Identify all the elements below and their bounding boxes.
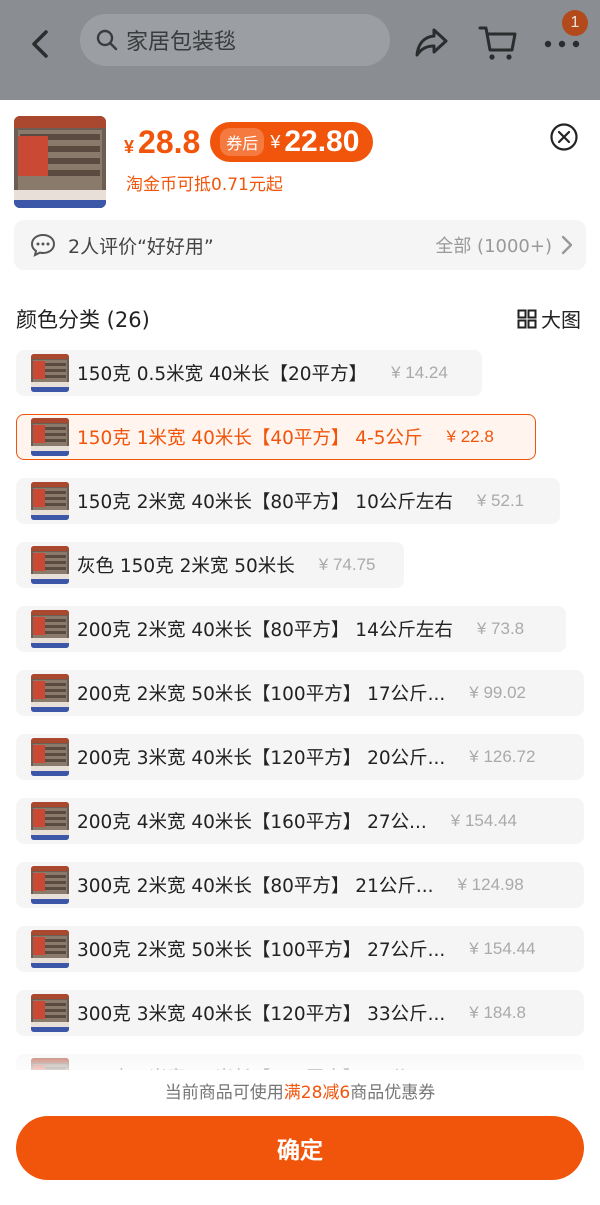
sku-option-thumbnail: [31, 674, 69, 712]
page-header: 家居包装毯 1: [0, 0, 600, 100]
sku-option-thumbnail: [31, 354, 69, 392]
sku-option-thumbnail: [31, 802, 69, 840]
sku-option-thumbnail: [31, 930, 69, 968]
price-row: ¥28.8 券后 ¥ 22.80: [124, 120, 374, 164]
big-image-toggle[interactable]: 大图: [517, 304, 581, 333]
back-arrow-icon[interactable]: [24, 24, 60, 64]
sku-option-name: 200克 2米宽 50米长【100平方】 17公斤...: [77, 684, 446, 705]
sku-option[interactable]: 灰色 150克 2米宽 50米长 ¥ 74.75: [16, 542, 404, 588]
sku-option-list: 150克 0.5米宽 40米长【20平方】 ¥ 14.24 150克 1米宽 40米…: [0, 346, 600, 1070]
sku-option-price: ¥ 184.8: [469, 1003, 526, 1022]
search-icon: [96, 29, 118, 51]
list-fade: [0, 1040, 600, 1080]
sku-option[interactable]: 150克 0.5米宽 40米长【20平方】 ¥ 14.24: [16, 350, 482, 396]
sku-option[interactable]: 300克 3米宽 40米长【120平方】 33公斤... ¥ 184.8: [16, 990, 584, 1036]
sku-option-name: 300克 2米宽 50米长【100平方】 27公斤...: [77, 940, 446, 961]
confirm-button[interactable]: 确定: [16, 1116, 584, 1180]
sku-option-thumbnail: [31, 546, 69, 584]
sku-option-price: ¥ 14.24: [391, 363, 448, 382]
sku-option[interactable]: 200克 2米宽 50米长【100平方】 17公斤... ¥ 99.02: [16, 670, 584, 716]
sku-option-price: ¥ 73.8: [476, 619, 525, 638]
sku-option-thumbnail: [31, 418, 69, 456]
coin-discount-note: 淘金币可抵0.71元起: [126, 175, 283, 195]
sku-option-thumbnail: [31, 482, 69, 520]
sku-option-price: ¥ 154.44: [450, 811, 517, 830]
sku-option-price: ¥ 154.44: [469, 939, 536, 958]
notification-badge: 1: [562, 10, 588, 36]
sku-option-name: 300克 3米宽 40米长【120平方】 33公斤...: [77, 1004, 446, 1025]
sku-option[interactable]: 200克 2米宽 40米长【80平方】 14公斤左右 ¥ 73.8: [16, 606, 566, 652]
share-icon[interactable]: [412, 22, 452, 62]
search-query: 家居包装毯: [126, 30, 237, 55]
sku-option[interactable]: 300克 2米宽 40米长【80平方】 21公斤... ¥ 124.98: [16, 862, 584, 908]
sku-option-name: 灰色 150克 2米宽 50米长: [77, 556, 295, 577]
sku-option-thumbnail: [31, 610, 69, 648]
sku-option-name: 150克 1米宽 40米长【40平方】 4-5公斤: [77, 428, 423, 449]
chevron-right-icon: [561, 235, 573, 255]
review-text: 2人评价“好好用”: [68, 235, 214, 258]
sku-option-thumbnail: [31, 866, 69, 904]
grid-view-icon: [517, 309, 537, 328]
sku-option-price: ¥ 126.72: [469, 747, 536, 766]
review-summary-bar[interactable]: 2人评价“好好用” 全部 (1000+): [14, 220, 586, 270]
current-price: ¥28.8: [124, 123, 201, 160]
comment-icon: [30, 233, 56, 257]
sku-option-thumbnail: [31, 738, 69, 776]
sku-option-name: 200克 2米宽 40米长【80平方】 14公斤左右: [77, 620, 453, 641]
sku-option-price: ¥ 124.98: [457, 875, 524, 894]
sku-selector-sheet: ¥28.8 券后 ¥ 22.80 淘金币可抵0.71元起 2人评价“好好用” 全…: [0, 100, 600, 1205]
close-icon[interactable]: [549, 122, 579, 152]
product-thumbnail[interactable]: [14, 116, 106, 208]
sku-option-name: 150克 0.5米宽 40米长【20平方】: [77, 364, 368, 385]
sku-option[interactable]: 150克 2米宽 40米长【80平方】 10公斤左右 ¥ 52.1: [16, 478, 560, 524]
coupon-price-pill: 券后 ¥ 22.80: [210, 122, 374, 162]
sku-option-price: ¥ 52.1: [476, 491, 525, 510]
all-reviews-link[interactable]: 全部 (1000+): [435, 232, 552, 258]
color-category-title: 颜色分类 (26): [16, 308, 150, 332]
sku-option-price: ¥ 99.02: [469, 683, 526, 702]
sku-option[interactable]: 200克 4米宽 40米长【160平方】 27公... ¥ 154.44: [16, 798, 584, 844]
sku-option-name: 200克 3米宽 40米长【120平方】 20公斤...: [77, 748, 446, 769]
sku-option-name: 150克 2米宽 40米长【80平方】 10公斤左右: [77, 492, 453, 513]
search-bar[interactable]: 家居包装毯: [80, 14, 390, 66]
sku-option-name: 200克 4米宽 40米长【160平方】 27公...: [77, 812, 427, 833]
sku-option[interactable]: 150克 1米宽 40米长【40平方】 4-5公斤 ¥ 22.8: [16, 414, 536, 460]
coupon-note: 当前商品可使用满28减6商品优惠券: [164, 1083, 436, 1103]
sku-option-name: 300克 2米宽 40米长【80平方】 21公斤...: [77, 876, 434, 897]
sku-option-thumbnail: [31, 994, 69, 1032]
sku-option[interactable]: 200克 3米宽 40米长【120平方】 20公斤... ¥ 126.72: [16, 734, 584, 780]
sku-option[interactable]: 300克 2米宽 50米长【100平方】 27公斤... ¥ 154.44: [16, 926, 584, 972]
sku-option-price: ¥ 22.8: [446, 427, 494, 446]
sku-option-price: ¥ 74.75: [318, 555, 376, 574]
cart-icon[interactable]: [476, 20, 520, 64]
